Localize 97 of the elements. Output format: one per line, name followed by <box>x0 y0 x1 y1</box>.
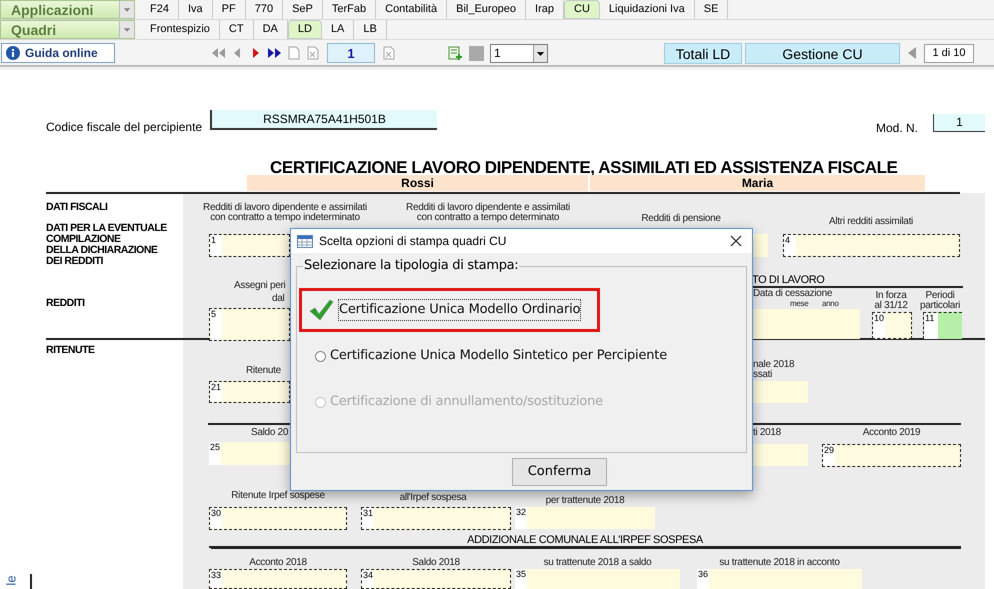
previous-icon[interactable] <box>906 45 918 61</box>
form-label: Mod. N. <box>876 120 918 137</box>
add-sheet-icon[interactable] <box>447 45 463 61</box>
field-caption: Assegni peri <box>234 281 286 291</box>
input-field[interactable]: 34 <box>361 569 511 589</box>
input-field[interactable]: 33 <box>209 569 347 589</box>
module-dropdown[interactable]: Quadri <box>0 20 135 39</box>
group-label: Selezionare la tipologia di stampa: <box>303 258 520 274</box>
field-caption: Periodi particolari <box>918 291 962 311</box>
input-field[interactable]: 31 <box>361 507 511 530</box>
fiscal-code-field[interactable]: RSSMRA75A41H501B <box>210 110 437 130</box>
stop-icon[interactable] <box>469 46 484 60</box>
field-caption: Saldo 2018 <box>411 558 461 568</box>
field-caption: su trattenute 2018 a saldo <box>542 558 652 568</box>
field-caption: Redditi di lavoro dipendente e assimilati con contratto a tempo determinato <box>405 203 571 223</box>
input-field[interactable]: 30 <box>209 507 347 530</box>
input-field[interactable]: 35 <box>515 569 680 589</box>
field-caption: per trattenute 2018 <box>544 496 626 506</box>
section-label: REDDITI <box>46 298 84 309</box>
last-page-icon[interactable] <box>267 45 283 61</box>
input-field[interactable] <box>752 234 768 257</box>
field-caption: Data di cessazione <box>753 289 834 299</box>
tab[interactable]: Contabilità <box>376 0 448 19</box>
name-field: Maria <box>590 175 925 191</box>
toolbar-button[interactable]: Totali LD <box>664 42 742 64</box>
tab[interactable]: Liquidazioni Iva <box>600 0 695 19</box>
field-caption: Acconto 2018 <box>248 558 308 568</box>
section-label: RITENUTE <box>46 345 94 356</box>
section-label: DATI PER LA EVENTUALE COMPILAZIONE DELLA DICHIARAZIONE DEI REDDITI <box>46 223 167 267</box>
close-icon[interactable] <box>730 235 742 247</box>
dialog-title: Scelta opzioni di stampa quadri CU <box>319 233 508 250</box>
field-caption: anno <box>822 299 840 308</box>
side-label: le <box>4 575 18 586</box>
field-caption: Acconto 2019 <box>862 428 922 438</box>
tab[interactable]: Frontespizio <box>141 20 220 39</box>
first-page-icon[interactable] <box>210 45 226 61</box>
check-icon[interactable] <box>308 298 334 322</box>
input-field[interactable]: 36 <box>697 569 862 589</box>
form-label: Codice fiscale del percipiente <box>46 119 202 136</box>
tab[interactable]: F24 <box>141 0 179 19</box>
radio-button[interactable] <box>315 350 326 362</box>
option-label: Certificazione Unica Modello Sintetico per Percipiente <box>330 347 667 366</box>
field-caption: ti 2018 <box>753 428 782 438</box>
tab[interactable]: LB <box>354 20 387 39</box>
tab[interactable]: PF <box>212 0 246 19</box>
window-icon <box>297 234 313 248</box>
page-number-field[interactable]: 1 <box>327 43 375 63</box>
tab[interactable]: CT <box>220 20 254 39</box>
field-caption: Saldo 20 <box>251 428 290 438</box>
surname-field: Rossi <box>247 175 588 191</box>
input-field[interactable]: 5 <box>209 308 290 341</box>
toolbar-button[interactable]: Gestione CU <box>745 42 900 64</box>
tab[interactable]: LA <box>322 20 354 39</box>
field-caption: su trattenute 2018 in acconto <box>718 558 841 568</box>
input-field[interactable] <box>752 381 808 403</box>
input-field[interactable] <box>752 309 860 339</box>
field-caption: In forza al 31/12 <box>873 291 909 311</box>
tab[interactable]: TerFab <box>322 0 376 19</box>
input-field[interactable]: 1 <box>209 234 290 257</box>
field-caption: Altri redditi assimilati <box>828 217 914 227</box>
input-field[interactable]: 25 <box>209 442 290 465</box>
field-caption: dal <box>272 294 286 304</box>
section-label: DATI FISCALI <box>46 202 108 213</box>
help-button[interactable]: Guida online <box>1 43 115 63</box>
field-caption: nale 2018 ssati <box>753 360 796 380</box>
tab[interactable]: LD <box>288 20 322 39</box>
tab[interactable]: Iva <box>178 0 213 19</box>
tab[interactable]: CU <box>564 0 600 19</box>
input-field[interactable]: 10 <box>872 312 912 339</box>
input-field[interactable] <box>752 444 808 466</box>
delete-page-icon[interactable] <box>305 45 321 61</box>
model-number-field[interactable]: 1 <box>933 114 985 132</box>
option-label: Certificazione Unica Modello Ordinario <box>338 299 582 321</box>
tab[interactable]: SE <box>694 0 728 19</box>
field-caption: Redditi di pensione <box>640 214 722 224</box>
section-heading: ADDIZIONALE COMUNALE ALL'IRPEF SOSPESA <box>209 535 961 548</box>
input-field[interactable]: 29 <box>822 444 961 467</box>
module-dropdown[interactable]: Applicazioni <box>0 0 135 19</box>
info-icon <box>6 46 20 60</box>
field-caption: Ritenute Irpef sospese <box>230 491 326 501</box>
tab[interactable]: 770 <box>246 0 284 19</box>
form-title: CERTIFICAZIONE LAVORO DIPENDENTE, ASSIMILATI ED ASSISTENZA FISCALE <box>270 157 898 178</box>
tab[interactable]: Bil_Europeo <box>447 0 526 19</box>
input-field[interactable]: 11 <box>923 312 962 339</box>
field-caption: mese <box>790 299 810 308</box>
input-field[interactable]: 32 <box>515 507 655 529</box>
field-caption: all'Irpef sospesa <box>398 493 468 503</box>
delete-page-icon[interactable] <box>381 45 397 61</box>
field-caption: Ritenute <box>246 366 282 376</box>
count-select[interactable]: 1 <box>490 44 548 62</box>
tab[interactable]: SeP <box>283 0 323 19</box>
field-caption: Redditi di lavoro dipendente e assimilati con contratto a tempo indeterminato <box>202 203 368 223</box>
page-counter: 1 di 10 <box>924 44 974 62</box>
input-field[interactable]: 21 <box>209 381 290 403</box>
option-label: Certificazione di annullamento/sostituzione <box>330 393 603 412</box>
confirm-button[interactable]: Conferma <box>512 458 607 486</box>
input-field[interactable]: 4 <box>783 234 960 257</box>
